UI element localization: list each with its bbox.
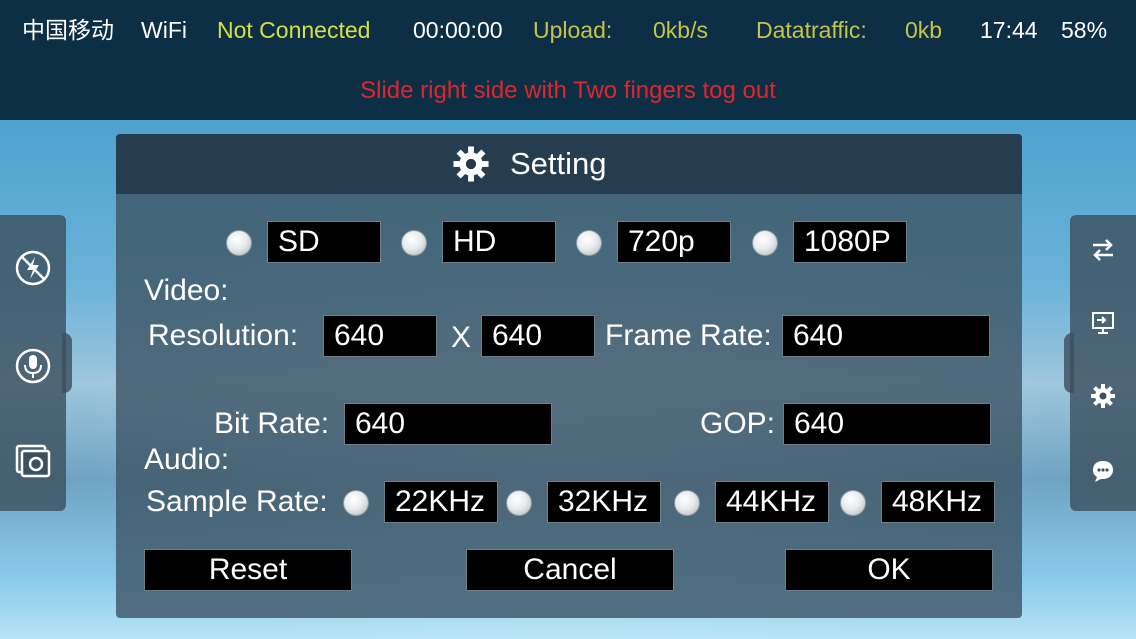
radio-preset-sd[interactable] xyxy=(226,230,252,256)
preset-1080p-label[interactable]: 1080P xyxy=(793,221,907,263)
rate-48khz-label[interactable]: 48KHz xyxy=(881,481,995,523)
rate-44khz-label[interactable]: 44KHz xyxy=(715,481,829,523)
preset-hd-label[interactable]: HD xyxy=(442,221,556,263)
gop-input[interactable]: 640 xyxy=(783,403,991,445)
microphone-icon[interactable] xyxy=(14,347,52,390)
bit-rate-input[interactable]: 640 xyxy=(344,403,552,445)
ok-button[interactable]: OK xyxy=(785,549,993,591)
settings-gear-icon xyxy=(452,145,490,188)
clock-label: 17:44 xyxy=(980,17,1038,43)
upload-value: 0kb/s xyxy=(653,17,708,43)
left-tool-panel xyxy=(0,215,66,511)
gop-label: GOP: xyxy=(700,407,776,440)
photo-album-icon[interactable] xyxy=(14,441,52,484)
datatraffic-label: Datatraffic: xyxy=(756,17,867,43)
gear-icon[interactable] xyxy=(1090,383,1116,414)
resolution-height-input[interactable]: 640 xyxy=(481,315,595,357)
radio-preset-hd[interactable] xyxy=(401,230,427,256)
dialog-header: Setting xyxy=(116,134,1022,194)
radio-rate-22khz[interactable] xyxy=(343,490,369,516)
resolution-separator: X xyxy=(451,321,472,354)
datatraffic-value: 0kb xyxy=(905,17,943,43)
bit-rate-label: Bit Rate: xyxy=(214,407,330,440)
right-tool-panel xyxy=(1070,215,1136,511)
radio-preset-1080p[interactable] xyxy=(752,230,778,256)
cancel-button[interactable]: Cancel xyxy=(466,549,674,591)
carrier-label: 中国移动 xyxy=(22,17,114,43)
chat-bubble-icon[interactable] xyxy=(1090,458,1116,489)
frame-rate-label: Frame Rate: xyxy=(605,319,772,352)
left-panel-handle[interactable] xyxy=(62,333,72,393)
radio-rate-48khz[interactable] xyxy=(840,490,866,516)
settings-dialog: Setting SD HD 720p 1080P Video: Resoluti… xyxy=(116,134,1022,618)
resolution-label: Resolution: xyxy=(148,319,299,352)
preset-sd-label[interactable]: SD xyxy=(267,221,381,263)
gesture-hint: Slide right side with Two fingers tog ou… xyxy=(360,77,776,104)
timer-label: 00:00:00 xyxy=(413,17,503,43)
rate-32khz-label[interactable]: 32KHz xyxy=(547,481,661,523)
rate-22khz-label[interactable]: 22KHz xyxy=(384,481,498,523)
network-label: WiFi xyxy=(141,17,187,43)
swap-arrows-icon[interactable] xyxy=(1090,237,1116,268)
radio-rate-32khz[interactable] xyxy=(506,490,532,516)
frame-rate-input[interactable]: 640 xyxy=(782,315,990,357)
connection-status: Not Connected xyxy=(217,17,371,43)
preset-720p-label[interactable]: 720p xyxy=(617,221,731,263)
upload-label: Upload: xyxy=(533,17,613,43)
video-section-label: Video: xyxy=(144,274,229,307)
screen-share-icon[interactable] xyxy=(1090,310,1116,341)
battery-label: 58% xyxy=(1061,17,1108,43)
resolution-width-input[interactable]: 640 xyxy=(323,315,437,357)
right-panel-handle[interactable] xyxy=(1064,333,1074,393)
flash-off-icon[interactable] xyxy=(14,249,52,292)
audio-section-label: Audio: xyxy=(144,443,230,476)
radio-preset-720p[interactable] xyxy=(576,230,602,256)
dialog-title: Setting xyxy=(510,146,607,181)
radio-rate-44khz[interactable] xyxy=(674,490,700,516)
reset-button[interactable]: Reset xyxy=(144,549,352,591)
status-bar: 中国移动 WiFi Not Connected 00:00:00 Upload:… xyxy=(0,0,1136,120)
sample-rate-label: Sample Rate: xyxy=(146,485,328,518)
